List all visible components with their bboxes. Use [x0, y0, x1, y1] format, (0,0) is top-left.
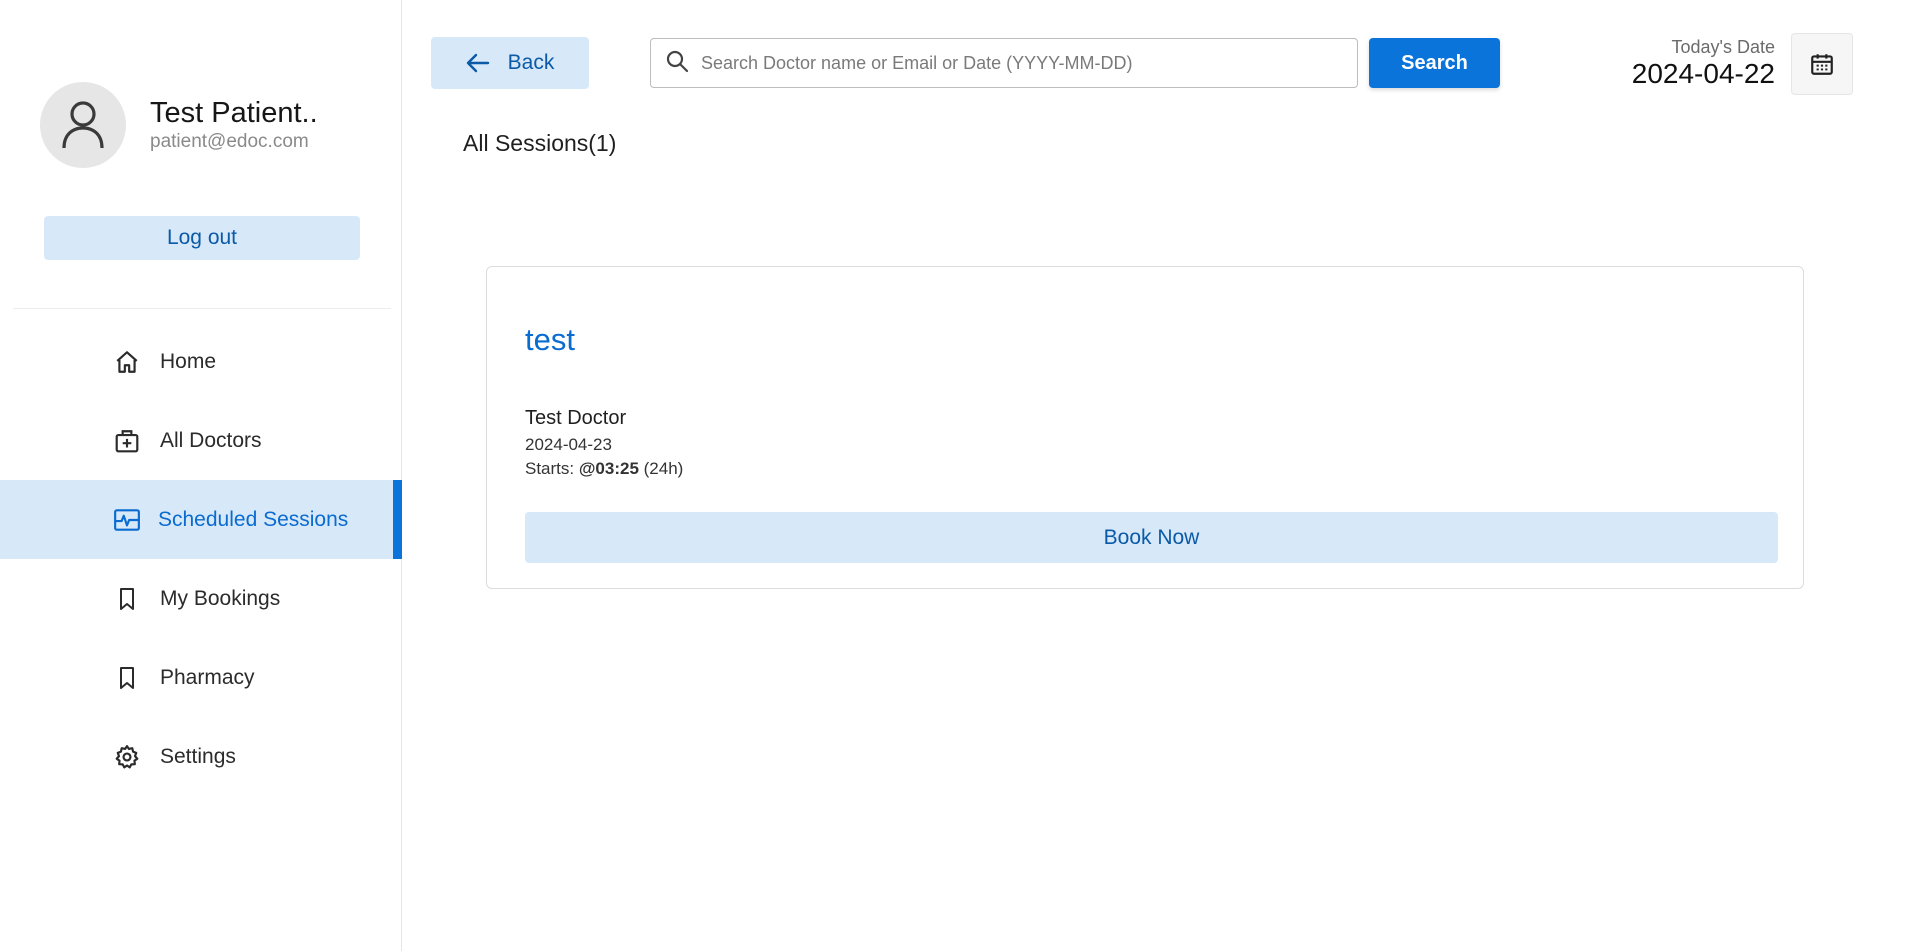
session-title: test: [525, 322, 575, 357]
sidebar: Test Patient.. patient@edoc.com Log out …: [0, 0, 402, 951]
app-root: Test Patient.. patient@edoc.com Log out …: [0, 0, 1919, 951]
user-profile: Test Patient.. patient@edoc.com: [40, 82, 318, 168]
sidebar-item-pharmacy[interactable]: Pharmacy: [0, 638, 402, 717]
calendar-icon: [1811, 54, 1833, 75]
calendar-button[interactable]: [1791, 33, 1853, 95]
logout-button[interactable]: Log out: [44, 216, 360, 260]
search-box: [650, 38, 1358, 88]
user-icon: [62, 101, 104, 149]
sidebar-item-label: Settings: [160, 744, 236, 768]
session-doctor: Test Doctor: [525, 407, 627, 429]
today-date: Today's Date 2024-04-22: [1632, 36, 1775, 90]
sidebar-item-label: Scheduled Sessions: [158, 507, 349, 531]
gear-icon: [112, 742, 142, 772]
session-start-prefix: Starts:: [525, 459, 579, 478]
sidebar-item-label: Home: [160, 349, 217, 373]
sidebar-item-all-doctors[interactable]: All Doctors: [0, 401, 402, 480]
session-date: 2024-04-23: [525, 435, 612, 454]
sidebar-item-label: Pharmacy: [160, 665, 255, 689]
back-button[interactable]: Back: [431, 37, 589, 89]
session-start-suffix: (24h): [638, 459, 684, 478]
bookmark-icon: [112, 584, 142, 614]
home-icon: [112, 347, 142, 377]
date-caption: Today's Date: [1671, 37, 1776, 57]
sidebar-divider: [13, 308, 391, 309]
book-now-button[interactable]: Book Now: [525, 512, 1778, 563]
sidebar-nav: Home All Doctors Scheduled Sessions My B…: [0, 322, 402, 796]
sidebar-item-home[interactable]: Home: [0, 322, 402, 401]
session-card: test Test Doctor 2024-04-23 Starts: @03:…: [486, 266, 1804, 589]
profile-name: Test Patient..: [150, 97, 318, 129]
profile-email: patient@edoc.com: [150, 131, 309, 152]
sidebar-item-settings[interactable]: Settings: [0, 717, 402, 796]
search-button[interactable]: Search: [1369, 38, 1500, 88]
sidebar-item-my-bookings[interactable]: My Bookings: [0, 559, 402, 638]
session-start: Starts: @03:25 (24h): [525, 459, 683, 479]
page-title: All Sessions(1): [463, 130, 617, 156]
profile-text: Test Patient.. patient@edoc.com: [150, 96, 318, 154]
date-value: 2024-04-22: [1631, 58, 1775, 89]
sidebar-item-label: My Bookings: [160, 586, 281, 610]
bookmark-icon: [112, 663, 142, 693]
search-input[interactable]: [701, 52, 1341, 74]
search-icon: [665, 49, 689, 78]
schedule-icon: [112, 505, 142, 535]
medical-bag-icon: [112, 426, 142, 456]
session-start-time: @03:25: [578, 459, 639, 478]
back-button-label: Back: [507, 51, 555, 74]
sidebar-item-label: All Doctors: [160, 428, 262, 452]
arrow-left-icon: [466, 53, 490, 73]
avatar: [40, 82, 126, 168]
sidebar-item-scheduled-sessions[interactable]: Scheduled Sessions: [0, 480, 402, 559]
